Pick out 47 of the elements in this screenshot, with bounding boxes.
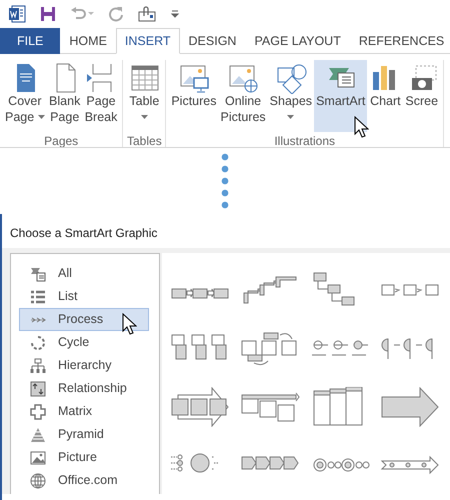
category-item[interactable]: Cycle <box>19 331 149 354</box>
dialog-title: Choose a SmartArt Graphic <box>9 225 158 242</box>
shapes-button[interactable]: Shapes <box>268 60 314 132</box>
pictures-button[interactable]: Pictures <box>169 60 218 132</box>
category-item[interactable]: Matrix <box>19 400 149 423</box>
hierarchy-icon <box>30 358 46 374</box>
pyramid-icon <box>30 426 46 442</box>
customize-menu-icon[interactable] <box>170 9 180 19</box>
category-item[interactable]: Picture <box>19 446 149 469</box>
group-label: Illustrations <box>273 133 336 147</box>
cycle-icon <box>30 334 46 350</box>
mouse-pointer-icon <box>354 116 370 138</box>
process-layout-thumbnail[interactable] <box>380 387 440 427</box>
ribbon-tab[interactable]: FILE <box>0 28 60 54</box>
undo-icon[interactable] <box>70 6 94 22</box>
ribbon-tab[interactable]: INSERT <box>116 28 180 54</box>
redo-icon[interactable] <box>108 6 124 22</box>
word-logo-icon <box>8 5 26 23</box>
category-item[interactable]: Pyramid <box>19 423 149 446</box>
category-item[interactable]: All <box>19 262 149 285</box>
matrix-icon <box>30 404 46 420</box>
attachment-icon[interactable] <box>138 6 156 22</box>
screenshot-button[interactable]: Scree <box>403 60 440 132</box>
cover-page-button[interactable]: Cover Page <box>3 60 47 132</box>
category-item[interactable]: List <box>19 285 149 308</box>
office-icon <box>30 472 46 488</box>
all-icon <box>30 266 46 282</box>
mouse-pointer-icon <box>122 313 137 335</box>
ribbon-tab[interactable]: REFERENCES <box>350 28 450 54</box>
picture-icon <box>30 450 46 466</box>
category-item[interactable]: Office.com <box>19 469 149 492</box>
process-layout-thumbnail[interactable] <box>170 387 230 427</box>
category-item[interactable]: Hierarchy <box>19 354 149 377</box>
ribbon-tab[interactable]: HOME <box>60 28 116 54</box>
relationship-icon <box>30 380 46 396</box>
ribbon-tab[interactable]: PAGE LAYOUT <box>245 28 350 54</box>
ribbon-tab[interactable]: DESIGN <box>180 28 246 54</box>
blank-page-button[interactable]: Blank Page <box>46 60 83 132</box>
page-break-button[interactable]: Page Break <box>82 60 120 132</box>
chart-button[interactable]: Chart <box>367 60 404 132</box>
online-pictures-button[interactable]: Online Pictures <box>218 60 268 132</box>
vertical-dots-icon <box>221 153 229 209</box>
list-icon <box>30 288 46 304</box>
table-button[interactable]: Table <box>126 60 162 132</box>
category-item[interactable]: Relationship <box>19 377 149 400</box>
shapes-icon <box>274 62 307 94</box>
group-label: Tables <box>126 133 162 147</box>
